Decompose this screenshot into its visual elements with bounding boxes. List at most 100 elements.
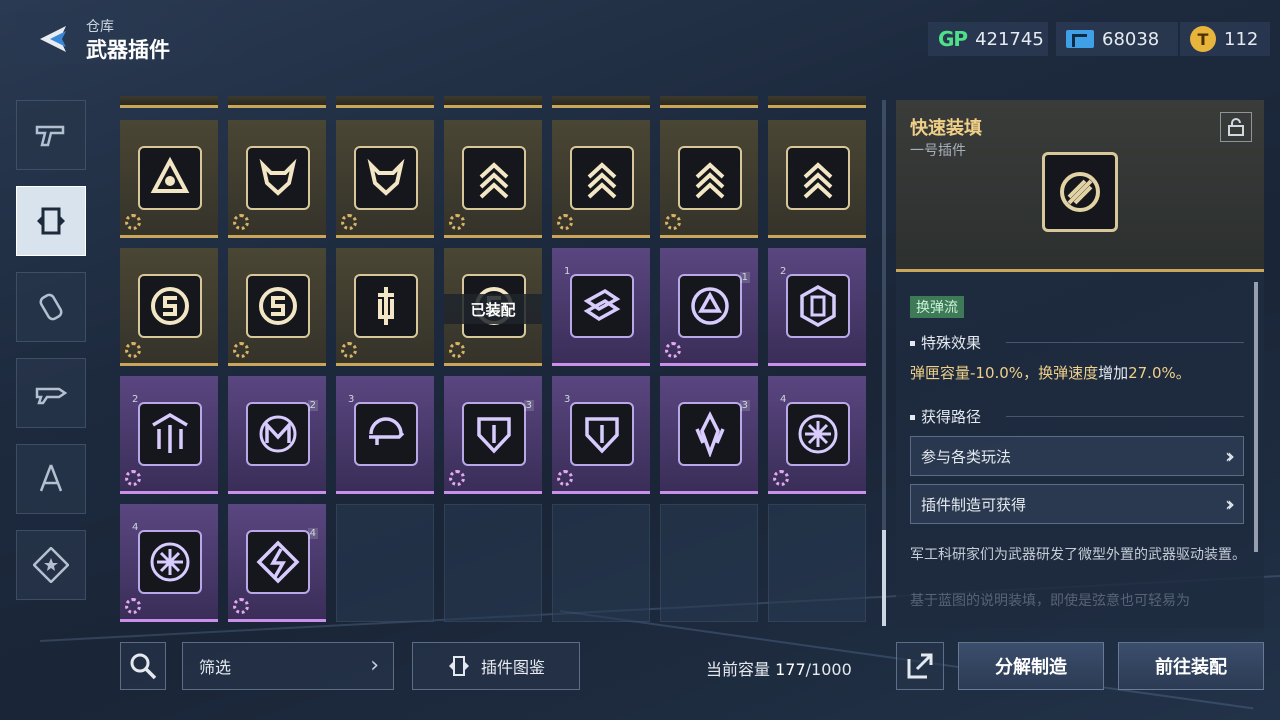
plugin-level: 3 [523,400,534,411]
divider [1006,416,1244,417]
go-equip-button[interactable]: 前往装配 [1118,642,1264,690]
currency-gold[interactable]: T 112 [1180,22,1270,56]
gear-icon [557,214,573,230]
plugin-card[interactable]: 已装配 [444,248,542,366]
gear-icon [449,342,465,358]
partial-cell[interactable] [228,96,326,108]
detail-panel: 快速装填 一号插件 换弹流 特殊效果 弹匣容量-10.0%，换弹速度增加27.0… [896,100,1264,628]
salvage-button[interactable]: 分解制造 [958,642,1104,690]
plugin-card[interactable]: 2 [768,248,866,366]
effect-text: 弹匣容量-10.0%，换弹速度增加27.0%。 [910,362,1191,383]
route-section-title: 获得路径 [910,406,981,427]
plugin-card[interactable]: 4 [120,504,218,622]
plugin-card[interactable]: 1 [552,248,650,366]
currency-ticket[interactable]: 68038 [1056,22,1178,56]
plugin-card[interactable]: 3 [660,376,758,494]
chevrons-up-icon [587,162,617,199]
effect-section-title: 特殊效果 [910,332,981,353]
plugin-card[interactable] [444,120,542,238]
plugin-card[interactable]: 4 [768,376,866,494]
shield-drop-icon [585,417,619,454]
empty-slot [660,504,758,622]
partial-cell[interactable] [768,96,866,108]
share-button[interactable] [896,642,944,690]
gear-icon [341,214,357,230]
currency-gp[interactable]: GP 421745 [928,22,1048,56]
plugin-frame-icon [37,207,65,235]
plugin-icon-frame [462,146,526,210]
plugin-level: 1 [564,266,571,277]
gear-icon [233,342,249,358]
partial-cell[interactable] [336,96,434,108]
grid-scroll-thumb[interactable] [882,530,886,626]
plugin-card[interactable]: 3 [444,376,542,494]
warning-cycle-icon [691,287,729,325]
plugin-card[interactable]: 3 [336,376,434,494]
plugin-level: 4 [780,394,787,405]
partial-cell[interactable] [552,96,650,108]
route-item-crafting[interactable]: 插件制造可获得 ›› [910,484,1244,524]
shield-drop-icon [477,417,511,454]
plugin-level: 3 [739,400,750,411]
gear-icon [341,342,357,358]
gear-icon [125,214,141,230]
plugin-card[interactable] [660,120,758,238]
route-label: 参与各类玩法 [921,447,1012,466]
effect-part2: 27.0%。 [1128,364,1191,382]
partial-cell[interactable] [444,96,542,108]
plugin-card[interactable]: 2 [120,376,218,494]
gold-amount: 112 [1224,28,1259,50]
plugin-card[interactable]: 2 [228,376,326,494]
plugin-card[interactable] [228,248,326,366]
plugin-card[interactable] [552,120,650,238]
plugin-card[interactable]: 3 [552,376,650,494]
filter-label: 筛选 [199,658,232,677]
plugin-icon-frame [138,530,202,594]
plugin-icon-frame [786,402,850,466]
partial-cell[interactable] [660,96,758,108]
hex-barrel-icon [800,284,836,328]
route-item-gameplay[interactable]: 参与各类玩法 ›› [910,436,1244,476]
plugin-card[interactable]: 4 [228,504,326,622]
sidebar-item-weapons[interactable] [16,100,86,170]
plugin-icon-frame [246,402,310,466]
gear-icon [233,214,249,230]
plugin-card[interactable] [768,120,866,238]
partial-cell[interactable] [120,96,218,108]
chevrons-up-icon [479,162,509,199]
capacity-label: 当前容量 [706,660,771,679]
filter-dropdown[interactable]: 筛选 › [182,642,394,690]
rocket-reload-icon [1060,172,1100,212]
sidebar-item-tools[interactable] [16,444,86,514]
capacity-max: /1000 [805,660,852,679]
effect-word: 增加 [1098,364,1129,382]
plugin-card[interactable] [336,248,434,366]
dragon-icon [259,158,297,196]
plugin-card[interactable] [228,120,326,238]
sidebar-item-plugins[interactable] [16,186,86,256]
detail-scrollbar[interactable] [1254,282,1258,552]
double-chevron-icon: ›› [1225,444,1235,468]
sidebar-item-grenades[interactable] [16,272,86,342]
capacity-display: 当前容量 177/1000 [706,656,852,680]
plugin-card[interactable]: 1 [660,248,758,366]
sidebar-item-mods[interactable] [16,358,86,428]
flower-circle-icon [150,542,190,582]
gear-icon [665,342,681,358]
search-button[interactable] [120,642,166,690]
back-button[interactable]: 仓库 武器插件 [16,12,246,64]
plugin-card[interactable] [120,248,218,366]
triangle-target-icon [150,156,190,193]
plugin-level: 2 [132,394,139,405]
gold-coin-icon: T [1190,26,1216,52]
grid-scrollbar[interactable] [882,100,886,626]
plugin-level: 1 [739,272,750,283]
plugin-codex-button[interactable]: 插件图鉴 [412,642,580,690]
plugin-icon-frame [786,274,850,338]
lock-button[interactable] [1220,112,1252,142]
plugin-grid: 已装配 1 1 2 2 2 3 3 3 3 4 4 4 [120,96,870,626]
ticket-amount: 68038 [1102,28,1160,50]
sidebar-item-badges[interactable] [16,530,86,600]
plugin-card[interactable] [120,120,218,238]
plugin-card[interactable] [336,120,434,238]
